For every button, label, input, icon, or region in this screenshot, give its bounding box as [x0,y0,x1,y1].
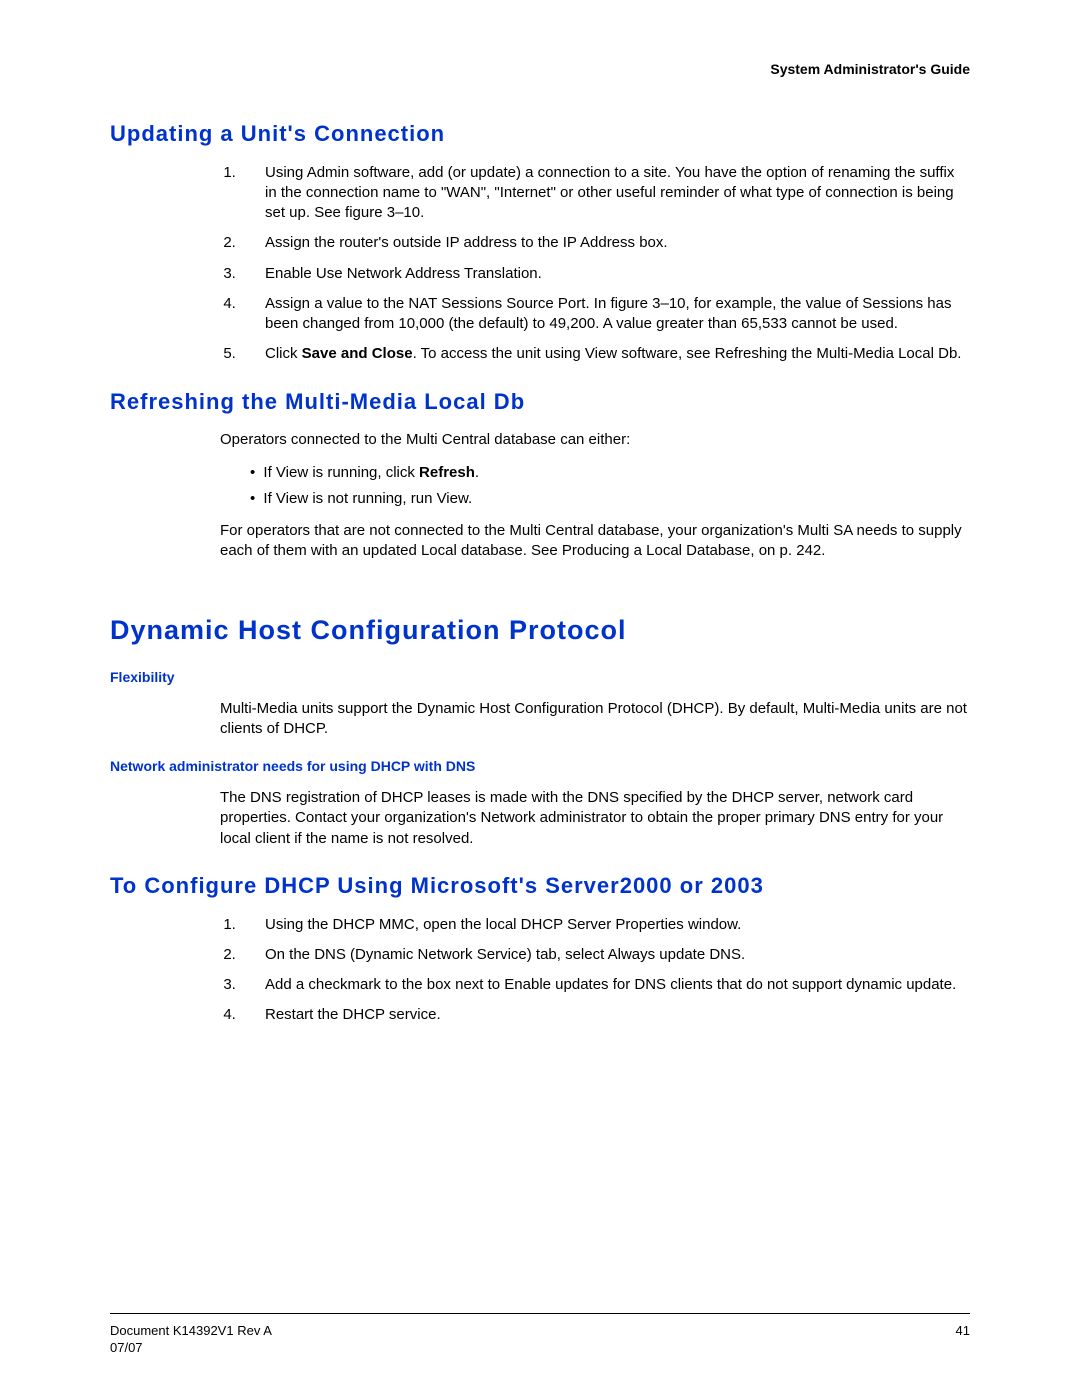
bold-text: Save and Close [302,345,413,362]
body-paragraph: Multi-Media units support the Dynamic Ho… [220,699,970,740]
list-item: If View is running, click Refresh. [250,463,970,483]
updating-connection-list: Using Admin software, add (or update) a … [240,163,970,365]
list-item: Enable Use Network Address Translation. [240,264,970,284]
list-item: Restart the DHCP service. [240,1005,970,1025]
list-item: Add a checkmark to the box next to Enabl… [240,975,970,995]
subheading-network-admin: Network administrator needs for using DH… [110,757,970,776]
heading-dhcp: Dynamic Host Configuration Protocol [110,612,970,648]
text-fragment: . To access the unit using View software… [413,345,962,362]
page-footer: 41 Document K14392V1 Rev A 07/07 [110,1313,970,1357]
heading-configure-dhcp: To Configure DHCP Using Microsoft's Serv… [110,871,970,901]
refresh-options-list: If View is running, click Refresh. If Vi… [250,463,970,510]
header-guide-title: System Administrator's Guide [110,60,970,79]
subheading-flexibility: Flexibility [110,668,970,687]
bold-text: Refresh [419,464,475,481]
body-paragraph: The DNS registration of DHCP leases is m… [220,788,970,849]
text-fragment: Click [265,345,302,362]
list-item: Using the DHCP MMC, open the local DHCP … [240,915,970,935]
intro-paragraph: Operators connected to the Multi Central… [220,430,970,450]
heading-refreshing-db: Refreshing the Multi-Media Local Db [110,387,970,417]
page-number: 41 [956,1322,970,1340]
list-item: If View is not running, run View. [250,489,970,509]
list-item: Assign the router's outside IP address t… [240,233,970,253]
list-item: Using Admin software, add (or update) a … [240,163,970,224]
list-item: Click Save and Close. To access the unit… [240,344,970,364]
list-item: Assign a value to the NAT Sessions Sourc… [240,294,970,335]
outro-paragraph: For operators that are not connected to … [220,521,970,562]
footer-doc-id: Document K14392V1 Rev A [110,1322,970,1340]
text-fragment: . [475,464,479,481]
text-fragment: If View is running, click [263,464,419,481]
footer-date: 07/07 [110,1339,970,1357]
heading-updating-connection: Updating a Unit's Connection [110,119,970,149]
configure-dhcp-list: Using the DHCP MMC, open the local DHCP … [240,915,970,1026]
list-item: On the DNS (Dynamic Network Service) tab… [240,945,970,965]
